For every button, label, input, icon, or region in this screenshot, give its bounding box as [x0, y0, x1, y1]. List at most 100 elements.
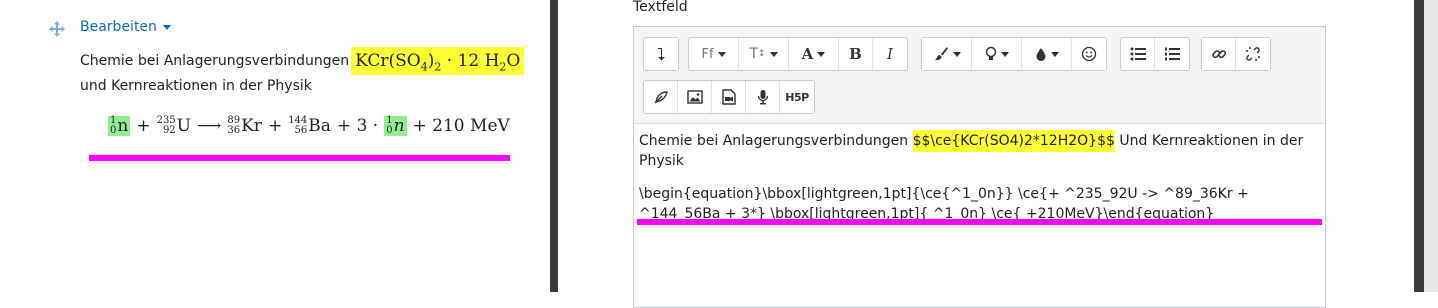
highlighted-latex: $$\ce{KCr(SO4)2*12H2O}$$: [912, 130, 1115, 152]
microphone-icon: [757, 90, 768, 105]
modal-right-edge: [1414, 0, 1424, 292]
pink-marker-left: [89, 155, 510, 161]
numbered-list-icon: [1165, 47, 1180, 61]
toolbar-group-lists: [1120, 37, 1190, 71]
neutron-indices: 10: [110, 116, 116, 136]
paintbrush-button[interactable]: [922, 38, 972, 70]
font-size-button[interactable]: T ↕: [739, 38, 789, 70]
edit-menu-link[interactable]: Bearbeiten: [80, 19, 171, 35]
accessibility-icon: [654, 91, 668, 104]
unlink-icon: [1246, 47, 1260, 61]
toolbar-toggle-button[interactable]: [644, 38, 678, 70]
krypton-symbol: Kr: [241, 116, 262, 136]
unlink-button[interactable]: [1236, 38, 1270, 70]
h5p-button[interactable]: H5P: [780, 81, 814, 113]
editor-panel: Textfeld Ff T ↕ A B I H5P Chemie bei Anl…: [558, 0, 1414, 308]
formula-part: · 12 H: [441, 50, 500, 71]
link-icon: [1211, 50, 1226, 59]
index-bottom: 0: [110, 125, 117, 136]
page-scroll-area: [1424, 0, 1438, 292]
font-family-icon: Ff: [701, 46, 714, 62]
bold-button[interactable]: B: [839, 38, 873, 70]
bold-icon: B: [849, 45, 862, 63]
smiley-icon: [1081, 46, 1097, 62]
italic-icon: I: [887, 45, 893, 63]
line2-text: und Kernreaktionen in der Physik: [80, 78, 312, 94]
ordered-list-button[interactable]: [1155, 38, 1189, 70]
neutron-symbol: n: [117, 116, 129, 136]
toolbar-group-media: H5P: [643, 80, 815, 114]
barium-indices: 144 56: [288, 116, 307, 136]
unordered-list-button[interactable]: [1121, 38, 1155, 70]
formula-kcr-so4: KCr(SO4)2 · 12 H2O: [351, 46, 525, 76]
modal-backdrop-edge: [550, 0, 558, 292]
record-audio-button[interactable]: [746, 81, 780, 113]
content-text: Chemie bei Anlagerungsverbindungen: [639, 133, 913, 149]
uranium-indices: 235 92: [157, 116, 176, 136]
chevron-down-icon: [817, 51, 826, 57]
energy-term: + 210 MeV: [412, 116, 510, 136]
chevron-down-icon: [717, 51, 726, 57]
link-button[interactable]: [1202, 38, 1236, 70]
toolbar-group-collapse: [643, 37, 679, 71]
neutron-indices-2: 10: [386, 116, 392, 136]
emoji-button[interactable]: [1072, 38, 1106, 70]
lightbulb-button[interactable]: [972, 38, 1022, 70]
index-bottom: 36: [227, 125, 241, 136]
neutron-highlight: 10n: [108, 116, 131, 136]
video-file-icon: [721, 89, 736, 105]
paintbrush-icon: [934, 47, 948, 61]
barium-symbol: Ba: [308, 116, 331, 136]
background-color-button[interactable]: [1022, 38, 1072, 70]
content-paragraph-1: Chemie bei Anlagerungsverbindungen $$\ce…: [639, 130, 1319, 171]
content-paragraph-2: \begin{equation}\bbox[lightgreen,1pt]{\c…: [639, 186, 1249, 222]
chevron-down-icon: [162, 24, 171, 30]
font-color-icon: A: [801, 45, 814, 63]
neutron-highlight-2: 10n: [384, 116, 407, 136]
droplet-icon: [1036, 48, 1045, 61]
edit-menu-label: Bearbeiten: [80, 19, 157, 35]
nuclear-equation: 10n + 235 92 U ⟶ 89 36 Kr + 144 56 Ba + 3 · 10…: [108, 110, 510, 142]
formula-part: KCr(SO: [355, 50, 421, 71]
neutron-symbol-2: n: [393, 116, 405, 136]
krypton-indices: 89 36: [227, 116, 240, 136]
editor-content[interactable]: Chemie bei Anlagerungsverbindungen $$\ce…: [639, 130, 1319, 224]
index-bottom: 56: [294, 125, 308, 136]
toolbar-group-font: Ff T ↕ A B I: [688, 37, 908, 71]
index-bottom: 0: [386, 125, 393, 136]
plus-sign: +: [136, 116, 151, 136]
formula-part: O: [506, 50, 521, 71]
toolbar-group-links: [1201, 37, 1271, 71]
image-button[interactable]: [678, 81, 712, 113]
reaction-arrow: ⟶: [197, 116, 222, 136]
font-color-button[interactable]: A: [789, 38, 839, 70]
accessibility-checker-button[interactable]: [644, 81, 678, 113]
media-button[interactable]: [712, 81, 746, 113]
plus-sign: +: [267, 116, 283, 136]
chevron-down-icon: [769, 51, 778, 57]
editor-toolbar: Ff T ↕ A B I H5P: [634, 27, 1325, 124]
chevron-down-icon: [1000, 51, 1009, 57]
font-size-icon: T: [749, 46, 758, 62]
line1-text: Chemie bei Anlagerungsverbindungen: [80, 53, 350, 69]
move-icon[interactable]: [48, 20, 66, 38]
italic-button[interactable]: I: [873, 38, 907, 70]
chevron-down-icon: [952, 51, 961, 57]
h5p-icon: H5P: [785, 90, 809, 104]
lightbulb-icon: [985, 46, 996, 60]
left-pane: Bearbeiten Chemie bei Anlagerungsverbind…: [0, 0, 550, 292]
pink-marker-right: [637, 219, 1322, 225]
field-label: Textfeld: [633, 0, 688, 15]
level-down-icon: [658, 48, 665, 61]
multiplier-text: + 3 ·: [336, 116, 379, 136]
formula-subscript: 4: [420, 60, 428, 74]
toolbar-group-style: [921, 37, 1107, 71]
chevron-down-icon: [1050, 51, 1059, 57]
font-family-button[interactable]: Ff: [689, 38, 739, 70]
bullet-list-icon: [1130, 47, 1146, 61]
paragraph-line-1: Chemie bei Anlagerungsverbindungen KCr(S…: [80, 44, 525, 78]
index-bottom: 92: [162, 125, 176, 136]
rich-text-editor: Ff T ↕ A B I H5P Chemie bei Anlagerungsv…: [633, 26, 1326, 308]
image-icon: [686, 90, 703, 104]
uranium-symbol: U: [176, 116, 191, 136]
